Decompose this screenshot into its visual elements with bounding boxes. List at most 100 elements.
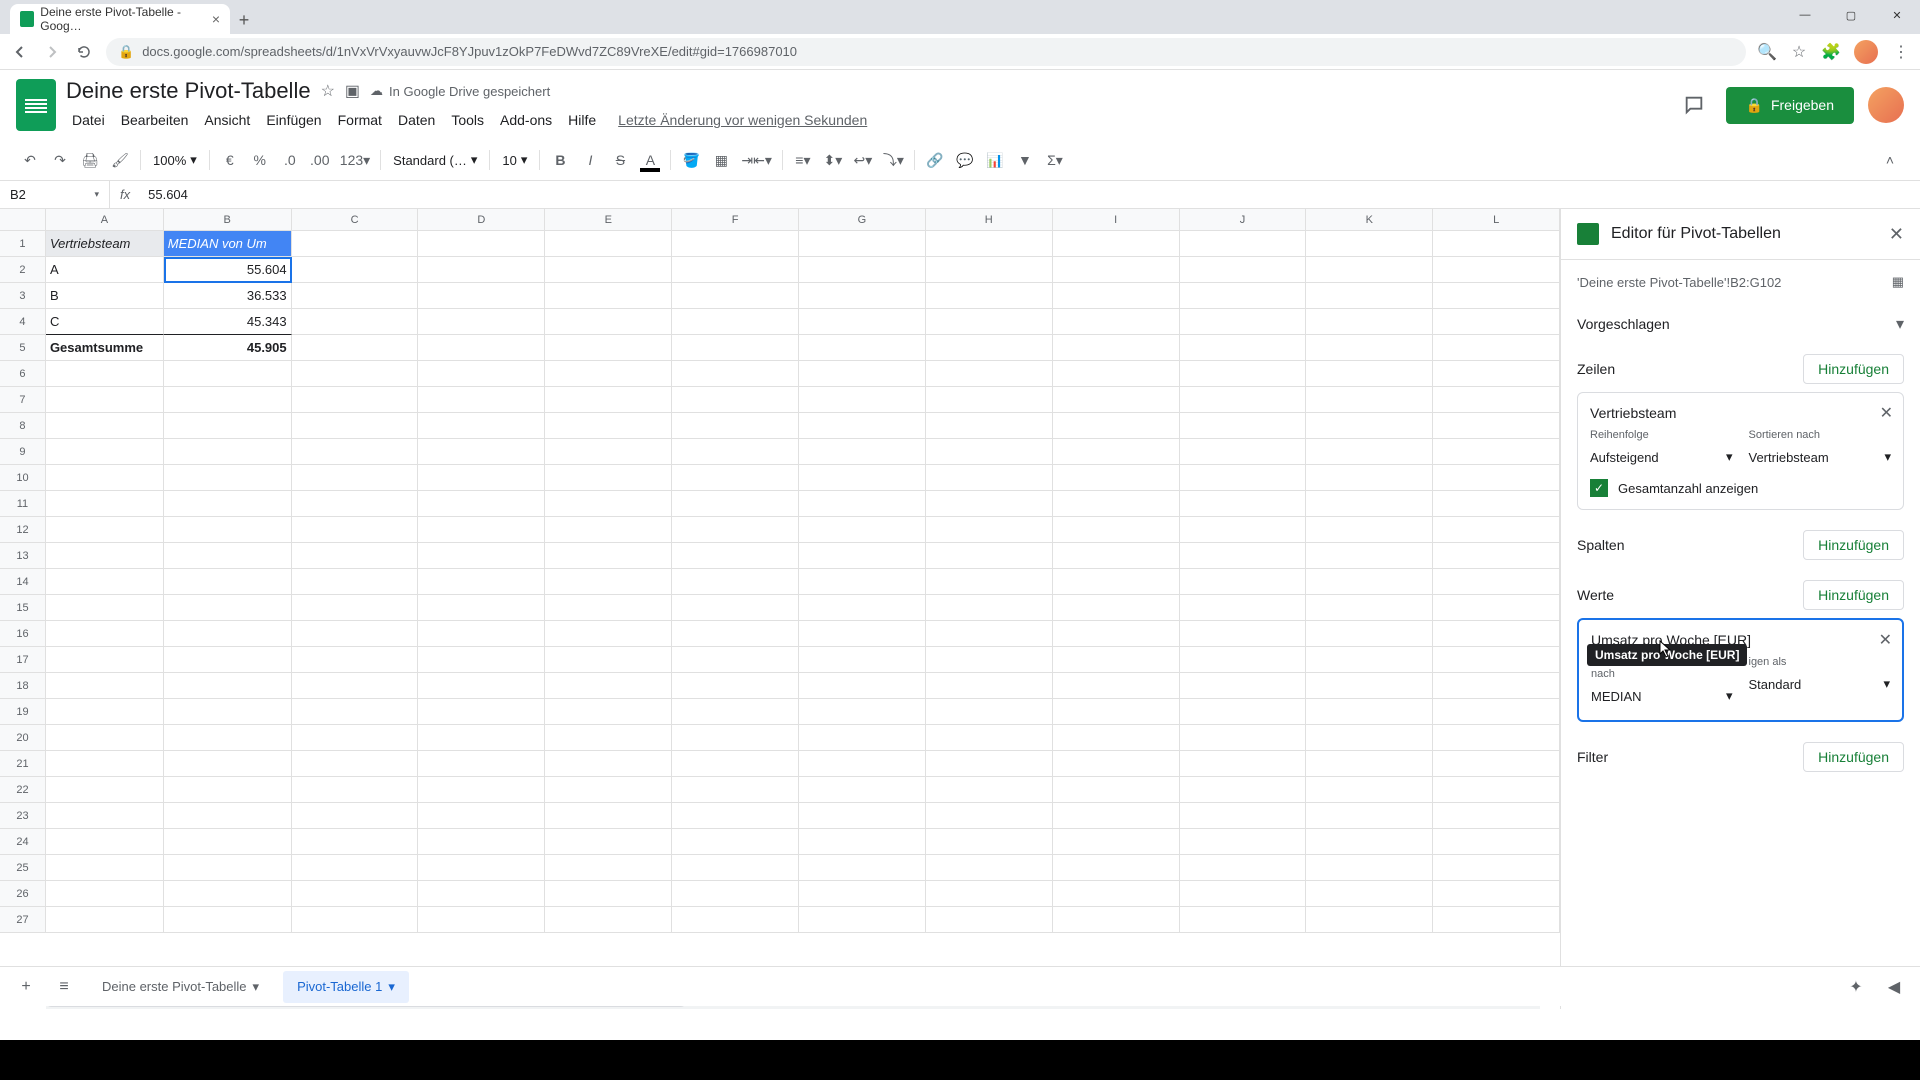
cell-K22[interactable] [1306, 777, 1433, 803]
cell-L9[interactable] [1433, 439, 1560, 465]
cell-I18[interactable] [1053, 673, 1180, 699]
cell-I8[interactable] [1053, 413, 1180, 439]
row-header[interactable]: 5 [0, 335, 46, 361]
row-header[interactable]: 4 [0, 309, 46, 335]
cell-B26[interactable] [164, 881, 292, 907]
row-header[interactable]: 24 [0, 829, 46, 855]
row-header[interactable]: 12 [0, 517, 46, 543]
cell-K2[interactable] [1306, 257, 1433, 283]
cell-L14[interactable] [1433, 569, 1560, 595]
cell-I19[interactable] [1053, 699, 1180, 725]
cell-H24[interactable] [926, 829, 1053, 855]
cell-H1[interactable] [926, 231, 1053, 257]
cell-F14[interactable] [672, 569, 799, 595]
percent-button[interactable]: % [246, 146, 274, 174]
cell-I12[interactable] [1053, 517, 1180, 543]
cell-D12[interactable] [418, 517, 545, 543]
cell-B23[interactable] [164, 803, 292, 829]
cell-C10[interactable] [292, 465, 419, 491]
cell-D23[interactable] [418, 803, 545, 829]
cell-K19[interactable] [1306, 699, 1433, 725]
cell-J22[interactable] [1180, 777, 1307, 803]
add-column-button[interactable]: Hinzufügen [1803, 530, 1904, 560]
cell-I15[interactable] [1053, 595, 1180, 621]
cell-I3[interactable] [1053, 283, 1180, 309]
menu-edit[interactable]: Bearbeiten [115, 108, 195, 132]
cell-H6[interactable] [926, 361, 1053, 387]
cell-L18[interactable] [1433, 673, 1560, 699]
cell-K10[interactable] [1306, 465, 1433, 491]
window-minimize-button[interactable]: — [1782, 0, 1828, 30]
cell-K14[interactable] [1306, 569, 1433, 595]
cell-E12[interactable] [545, 517, 672, 543]
cell-H15[interactable] [926, 595, 1053, 621]
cell-L22[interactable] [1433, 777, 1560, 803]
profile-avatar-icon[interactable] [1854, 40, 1878, 64]
cell-H9[interactable] [926, 439, 1053, 465]
col-header-H[interactable]: H [926, 209, 1053, 230]
cell-I11[interactable] [1053, 491, 1180, 517]
row-header[interactable]: 3 [0, 283, 46, 309]
address-bar[interactable]: 🔒 docs.google.com/spreadsheets/d/1nVxVrV… [106, 38, 1746, 66]
row-header[interactable]: 10 [0, 465, 46, 491]
cell-H17[interactable] [926, 647, 1053, 673]
sheet-tab-1[interactable]: Deine erste Pivot-Tabelle▾ [88, 971, 273, 1003]
comment-button[interactable]: 💬 [951, 146, 979, 174]
cell-E23[interactable] [545, 803, 672, 829]
cell-G6[interactable] [799, 361, 926, 387]
cell-J27[interactable] [1180, 907, 1307, 933]
cell-D3[interactable] [418, 283, 545, 309]
remove-row-field-button[interactable]: ✕ [1880, 403, 1893, 423]
cell-J3[interactable] [1180, 283, 1307, 309]
cell-C7[interactable] [292, 387, 419, 413]
cell-E21[interactable] [545, 751, 672, 777]
back-button[interactable] [10, 42, 30, 62]
col-header-L[interactable]: L [1433, 209, 1560, 230]
cell-C11[interactable] [292, 491, 419, 517]
cell-L8[interactable] [1433, 413, 1560, 439]
cell-I23[interactable] [1053, 803, 1180, 829]
cell-A23[interactable] [46, 803, 164, 829]
cell-F25[interactable] [672, 855, 799, 881]
sortby-select[interactable]: Vertriebsteam▾ [1749, 445, 1892, 469]
suggested-section[interactable]: Vorgeschlagen [1577, 316, 1670, 332]
extensions-icon[interactable]: 🧩 [1822, 43, 1840, 61]
cell-C14[interactable] [292, 569, 419, 595]
row-field-card[interactable]: ✕ Vertriebsteam Reihenfolge Aufsteigend▾… [1577, 392, 1904, 510]
cell-D20[interactable] [418, 725, 545, 751]
functions-button[interactable]: Σ▾ [1041, 146, 1069, 174]
select-all-corner[interactable] [0, 209, 46, 230]
cell-I13[interactable] [1053, 543, 1180, 569]
cell-G26[interactable] [799, 881, 926, 907]
zoom-select[interactable]: 100%▾ [147, 152, 203, 168]
cell-E6[interactable] [545, 361, 672, 387]
order-select[interactable]: Aufsteigend▾ [1590, 445, 1733, 469]
cell-C15[interactable] [292, 595, 419, 621]
all-sheets-button[interactable]: ≡ [50, 973, 78, 1001]
undo-button[interactable]: ↶ [16, 146, 44, 174]
cell-G15[interactable] [799, 595, 926, 621]
cell-C27[interactable] [292, 907, 419, 933]
cell-G3[interactable] [799, 283, 926, 309]
cell-B3[interactable]: 36.533 [164, 283, 292, 309]
cell-C6[interactable] [292, 361, 419, 387]
cell-C4[interactable] [292, 309, 419, 335]
cell-L24[interactable] [1433, 829, 1560, 855]
add-filter-button[interactable]: Hinzufügen [1803, 742, 1904, 772]
cell-A2[interactable]: A [46, 257, 164, 283]
cell-L3[interactable] [1433, 283, 1560, 309]
cell-H13[interactable] [926, 543, 1053, 569]
browser-tab[interactable]: Deine erste Pivot-Tabelle - Goog… × [10, 4, 230, 34]
cell-F24[interactable] [672, 829, 799, 855]
row-header[interactable]: 18 [0, 673, 46, 699]
cell-A12[interactable] [46, 517, 164, 543]
cell-C25[interactable] [292, 855, 419, 881]
cell-K12[interactable] [1306, 517, 1433, 543]
cell-K27[interactable] [1306, 907, 1433, 933]
cell-B9[interactable] [164, 439, 292, 465]
cell-F16[interactable] [672, 621, 799, 647]
cell-K8[interactable] [1306, 413, 1433, 439]
cell-A24[interactable] [46, 829, 164, 855]
cell-D26[interactable] [418, 881, 545, 907]
cell-K15[interactable] [1306, 595, 1433, 621]
